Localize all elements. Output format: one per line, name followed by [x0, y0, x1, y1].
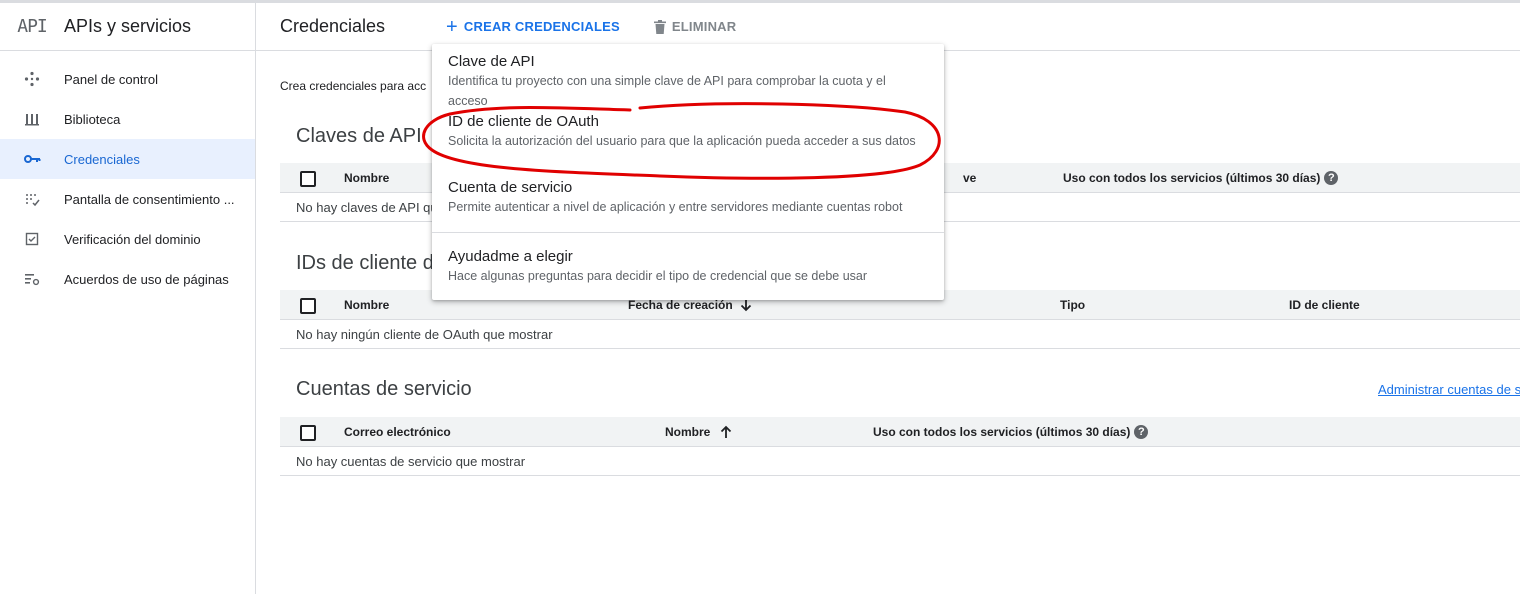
menu-item-title: Ayudadme a elegir: [448, 248, 573, 265]
sidebar-title: APIs y servicios: [64, 16, 192, 36]
select-all-checkbox[interactable]: [300, 298, 316, 314]
menu-item-title: Cuenta de servicio: [448, 179, 573, 196]
oauth-title: IDs de cliente d: [296, 252, 434, 274]
column-header-label: Nombre: [665, 425, 711, 439]
sidebar-item-label: Pantalla de consentimiento ...: [64, 191, 235, 207]
menu-item-api-key[interactable]: Clave de API Identifica tu proyecto con …: [432, 53, 944, 111]
column-header-usage[interactable]: Uso con todos los servicios (últimos 30 …: [873, 425, 1149, 439]
sidebar-item-label: Credenciales: [64, 151, 140, 167]
sidebar: API APIs y servicios Panel de control Bi…: [0, 3, 256, 594]
manage-service-accounts-link[interactable]: Administrar cuentas de s: [1378, 382, 1520, 397]
sidebar-nav: Panel de control Biblioteca Credenciales…: [0, 59, 255, 299]
column-header[interactable]: ID de cliente: [1289, 298, 1360, 312]
column-header[interactable]: ve: [963, 171, 976, 185]
sidebar-item-credentials[interactable]: Credenciales: [0, 139, 255, 179]
create-credentials-button[interactable]: + CREAR CREDENCIALES: [446, 17, 620, 37]
sidebar-item-label: Panel de control: [64, 71, 158, 87]
service-accounts-title: Cuentas de servicio: [296, 378, 472, 400]
oauth-empty-row: No hay ningún cliente de OAuth que mostr…: [280, 320, 1520, 349]
empty-message: No hay ningún cliente de OAuth que mostr…: [296, 327, 553, 342]
api-logo: API: [17, 16, 48, 37]
service-accounts-table-header: Correo electrónico Nombre Uso con todos …: [280, 417, 1520, 447]
column-header[interactable]: Tipo: [1060, 298, 1085, 312]
sidebar-item-label: Acuerdos de uso de páginas: [64, 271, 229, 287]
service-accounts-empty-row: No hay cuentas de servicio que mostrar: [280, 447, 1520, 476]
api-keys-title: Claves de API: [296, 125, 422, 147]
arrow-up-icon: [721, 425, 732, 438]
empty-message: No hay claves de API qu: [296, 200, 438, 215]
sidebar-item-dashboard[interactable]: Panel de control: [0, 59, 255, 99]
help-icon[interactable]: ?: [1134, 425, 1149, 439]
column-header-usage[interactable]: Uso con todos los servicios (últimos 30 …: [1063, 171, 1339, 185]
select-all-checkbox[interactable]: [300, 171, 316, 187]
settings-list-icon: [0, 271, 64, 287]
sidebar-item-label: Verificación del dominio: [64, 231, 201, 247]
menu-item-title: ID de cliente de OAuth: [448, 113, 599, 130]
menu-item-service-account[interactable]: Cuenta de servicio Permite autenticar a …: [432, 179, 944, 217]
menu-item-oauth-client-id[interactable]: ID de cliente de OAuth Solicita la autor…: [432, 113, 944, 151]
sidebar-item-library[interactable]: Biblioteca: [0, 99, 255, 139]
empty-message: No hay cuentas de servicio que mostrar: [296, 454, 526, 469]
select-all-checkbox[interactable]: [300, 425, 316, 441]
sidebar-header: API APIs y servicios: [0, 3, 255, 51]
column-header[interactable]: Nombre: [344, 171, 389, 185]
delete-button[interactable]: ELIMINAR: [653, 19, 737, 34]
plus-icon: +: [446, 15, 458, 38]
create-credentials-menu: Clave de API Identifica tu proyecto con …: [432, 44, 944, 300]
key-icon: [0, 153, 64, 165]
column-header-name[interactable]: Nombre: [665, 425, 733, 439]
menu-item-description: Permite autenticar a nivel de aplicación…: [448, 200, 903, 214]
column-header-date[interactable]: Fecha de creación: [628, 298, 753, 312]
page-title: Credenciales: [280, 16, 386, 36]
column-header[interactable]: Correo electrónico: [344, 425, 451, 439]
domain-check-icon: [0, 231, 64, 247]
menu-item-description: Solicita la autorización del usuario par…: [448, 134, 916, 148]
menu-divider: [432, 232, 944, 233]
menu-item-title: Clave de API: [448, 53, 535, 70]
arrow-down-icon: [740, 299, 751, 312]
sidebar-item-label: Biblioteca: [64, 111, 121, 127]
column-header-label: Fecha de creación: [628, 298, 733, 312]
sidebar-item-domain-verification[interactable]: Verificación del dominio: [0, 219, 255, 259]
trash-icon: [653, 19, 666, 34]
sidebar-item-consent-screen[interactable]: Pantalla de consentimiento ...: [0, 179, 255, 219]
sidebar-item-page-usage[interactable]: Acuerdos de uso de páginas: [0, 259, 255, 299]
consent-screen-icon: [0, 191, 64, 207]
menu-item-help-me-choose[interactable]: Ayudadme a elegir Hace algunas preguntas…: [432, 248, 944, 286]
menu-item-description: Hace algunas preguntas para decidir el t…: [448, 269, 868, 283]
help-icon[interactable]: ?: [1324, 171, 1339, 185]
dashboard-icon: [0, 71, 64, 87]
create-credentials-label: CREAR CREDENCIALES: [463, 19, 620, 34]
intro-text: Crea credenciales para acc: [280, 79, 427, 93]
library-icon: [0, 111, 64, 127]
delete-label: ELIMINAR: [671, 19, 737, 34]
column-header[interactable]: Nombre: [344, 298, 389, 312]
column-header-label: Uso con todos los servicios (últimos 30 …: [1063, 171, 1321, 185]
menu-item-description: Identifica tu proyecto con una simple cl…: [448, 74, 886, 108]
column-header-label: Uso con todos los servicios (últimos 30 …: [873, 425, 1131, 439]
